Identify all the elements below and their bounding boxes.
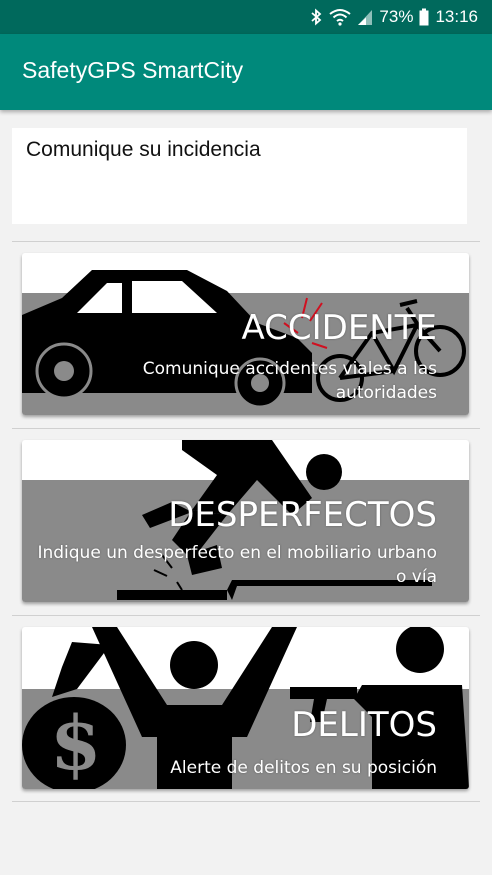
card-accidente[interactable]: ACCIDENTE Comunique accidentes viales a … — [22, 253, 469, 415]
card-description-text: Alerte de delitos en su posición — [170, 758, 437, 778]
header-text: Comunique su incidencia — [26, 138, 261, 161]
card-description: Comunique accidentes viales a las autori… — [97, 357, 437, 405]
divider — [12, 615, 480, 616]
status-bar: 73% 13:16 — [0, 0, 492, 34]
divider — [12, 801, 480, 802]
app-bar: SafetyGPS SmartCity — [0, 34, 492, 110]
wifi-icon — [329, 9, 352, 26]
signal-icon — [358, 10, 373, 25]
header-card: Comunique su incidencia — [12, 128, 467, 224]
card-description: Indique un desperfecto en el mobiliario … — [37, 541, 437, 589]
card-title: DELITOS — [291, 705, 437, 745]
card-title: ACCIDENTE — [241, 308, 437, 348]
bluetooth-icon — [311, 8, 322, 26]
card-description-text: Comunique accidentes viales a las autori… — [142, 359, 437, 403]
divider — [12, 241, 480, 242]
clock: 13:16 — [435, 7, 478, 26]
battery-icon — [419, 8, 429, 26]
card-title: DESPERFECTOS — [168, 495, 437, 535]
card-description-text: Indique un desperfecto en el mobiliario … — [37, 543, 437, 587]
battery-percentage: 73% — [379, 7, 414, 26]
card-description: Alerte de delitos en su posición — [37, 756, 437, 780]
divider — [12, 428, 480, 429]
card-delitos[interactable]: $ DELITOS Alerte de delitos en su posici… — [22, 627, 469, 789]
app-title: SafetyGPS SmartCity — [22, 57, 244, 83]
card-desperfectos[interactable]: DESPERFECTOS Indique un desperfecto en e… — [22, 440, 469, 602]
